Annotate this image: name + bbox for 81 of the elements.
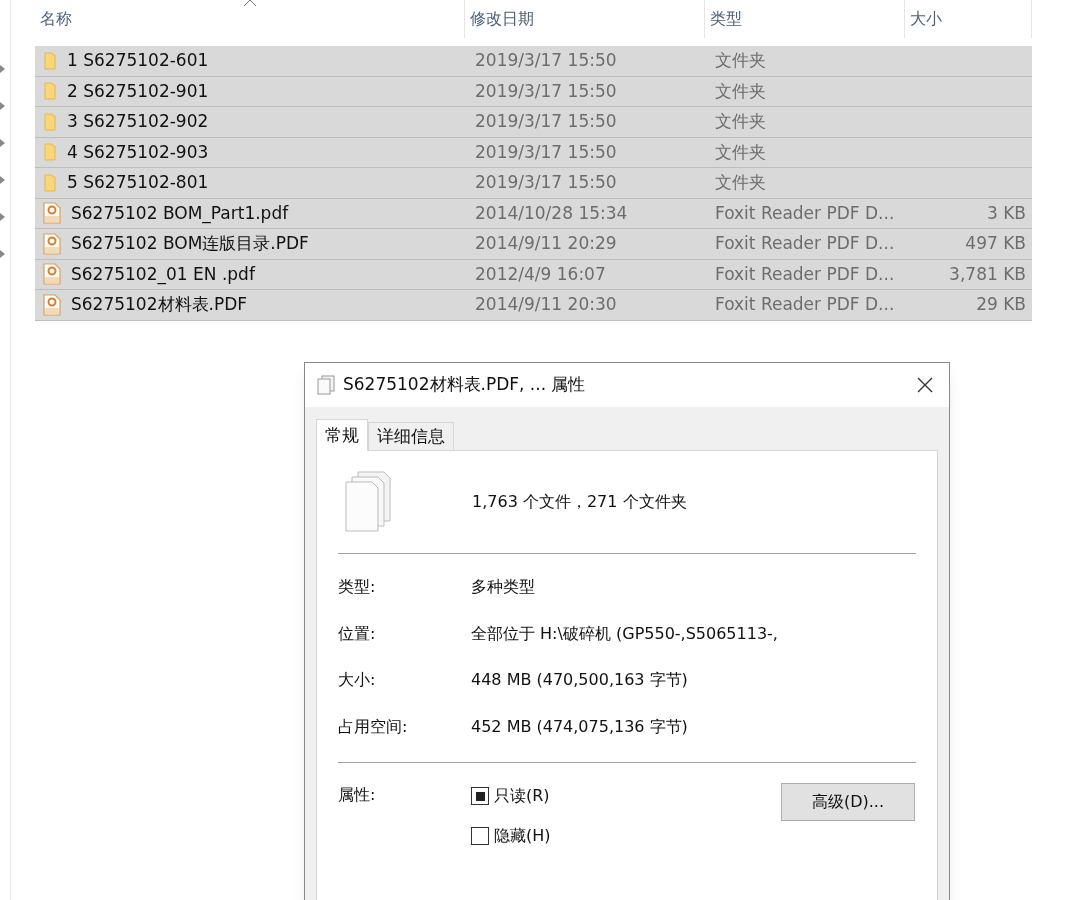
modified-date: 2019/3/17 15:50 [474, 140, 618, 164]
file-name: 1 S6275102-601 [67, 49, 209, 72]
column-header[interactable]: 名称 [35, 0, 465, 38]
dialog-title: S6275102材料表.PDF, ... 属性 [343, 373, 587, 397]
file-name: 2 S6275102-901 [67, 79, 209, 103]
folder-icon [43, 82, 57, 101]
file-name: 4 S6275102-903 [67, 140, 209, 164]
checkbox[interactable] [471, 787, 489, 805]
file-row[interactable]: 5 S6275102-801 2019/3/17 15:50 文件夹 [35, 168, 1032, 199]
modified-date: 2019/3/17 15:50 [474, 110, 618, 133]
checkbox-label: 隐藏(H) [494, 825, 551, 847]
modified-date: 2014/10/28 15:34 [474, 201, 629, 225]
column-header[interactable]: 修改日期 [465, 0, 705, 38]
modified-date: 2019/3/17 15:50 [474, 79, 618, 103]
property-label: 大小: [338, 669, 377, 692]
expand-arrow-icon[interactable] [0, 176, 5, 184]
column-header[interactable]: 类型 [705, 0, 905, 38]
file-name: S6275102材料表.PDF [71, 293, 248, 316]
close-icon[interactable] [917, 377, 933, 393]
file-type: Foxit Reader PDF D... [714, 201, 896, 225]
folder-icon [43, 143, 57, 162]
file-row[interactable]: 3 S6275102-902 2019/3/17 15:50 文件夹 [35, 107, 1032, 138]
file-row[interactable]: 1 S6275102-601 2019/3/17 15:50 文件夹 [35, 46, 1032, 77]
file-row[interactable]: 4 S6275102-903 2019/3/17 15:50 文件夹 [35, 137, 1032, 168]
modified-date: 2019/3/17 15:50 [474, 171, 618, 194]
documents-icon [344, 471, 392, 533]
file-name: S6275102_01 EN .pdf [71, 262, 255, 287]
file-type: 文件夹 [714, 140, 767, 164]
file-type: 文件夹 [714, 79, 767, 103]
column-header[interactable]: 大小 [905, 0, 1032, 38]
file-type: 文件夹 [714, 110, 767, 133]
expand-arrow-icon[interactable] [0, 65, 5, 73]
checkbox[interactable] [471, 827, 489, 845]
file-row[interactable]: S6275102材料表.PDF 2014/9/11 20:30 Foxit Reader PDF D... 29 KB [35, 290, 1032, 321]
file-type: 文件夹 [714, 171, 767, 194]
folder-icon [43, 112, 57, 131]
modified-date: 2012/4/9 16:07 [474, 262, 607, 286]
modified-date: 2019/3/17 15:50 [474, 49, 618, 72]
file-name: 5 S6275102-801 [67, 171, 209, 194]
file-type: 文件夹 [714, 49, 767, 72]
property-label: 属性: [338, 784, 377, 806]
file-name: 3 S6275102-902 [67, 110, 209, 133]
property-label: 占用空间: [338, 715, 409, 738]
folder-icon [43, 51, 57, 70]
expand-arrow-icon[interactable] [0, 250, 5, 258]
file-row[interactable]: 2 S6275102-901 2019/3/17 15:50 文件夹 [35, 76, 1032, 107]
file-name: S6275102 BOM连版目录.PDF [71, 232, 309, 255]
file-type: Foxit Reader PDF D... [714, 293, 896, 316]
expand-arrow-icon[interactable] [0, 102, 5, 110]
file-row[interactable]: S6275102 BOM_Part1.pdf 2014/10/28 15:34 Foxit Reader PDF D... 3 KB [35, 198, 1032, 229]
property-value: 全部位于 H:\破碎机 (GP550-,S5065113-, [471, 622, 778, 645]
file-row[interactable]: S6275102 BOM连版目录.PDF 2014/9/11 20:29 Foxit Reader PDF D... 497 KB [35, 229, 1032, 260]
checkbox-label: 只读(R) [494, 785, 550, 807]
advanced-button[interactable]: 高级(D)... [781, 783, 915, 821]
file-size: 29 KB [976, 293, 1026, 316]
modified-date: 2014/9/11 20:29 [474, 232, 618, 255]
property-value: 452 MB (474,075,136 字节) [471, 715, 688, 738]
file-row[interactable]: S6275102_01 EN .pdf 2012/4/9 16:07 Foxit Reader PDF D... 3,781 KB [35, 259, 1032, 290]
property-value: 448 MB (470,500,163 字节) [471, 669, 688, 692]
modified-date: 2014/9/11 20:30 [474, 293, 618, 316]
expand-arrow-icon[interactable] [0, 213, 5, 221]
property-label: 位置: [338, 622, 377, 645]
pdf-file-icon [43, 263, 61, 286]
sort-ascending-icon [243, 0, 256, 6]
property-value: 多种类型 [471, 576, 535, 599]
documents-icon [317, 375, 335, 395]
file-size: 3,781 KB [949, 262, 1026, 286]
expand-arrow-icon[interactable] [0, 139, 5, 147]
dialog-tab[interactable]: 常规 [316, 419, 368, 451]
file-type: Foxit Reader PDF D... [714, 262, 896, 286]
pdf-file-icon [43, 293, 61, 316]
folder-icon [43, 173, 57, 192]
pdf-file-icon [43, 232, 61, 255]
file-size: 497 KB [965, 232, 1026, 255]
dialog-tab[interactable]: 详细信息 [368, 422, 454, 450]
file-type: Foxit Reader PDF D... [714, 232, 896, 255]
property-label: 类型: [338, 576, 377, 599]
item-count: 1,763 个文件，271 个文件夹 [472, 491, 687, 513]
pdf-file-icon [43, 202, 61, 225]
file-name: S6275102 BOM_Part1.pdf [71, 201, 289, 226]
file-size: 3 KB [986, 201, 1026, 225]
